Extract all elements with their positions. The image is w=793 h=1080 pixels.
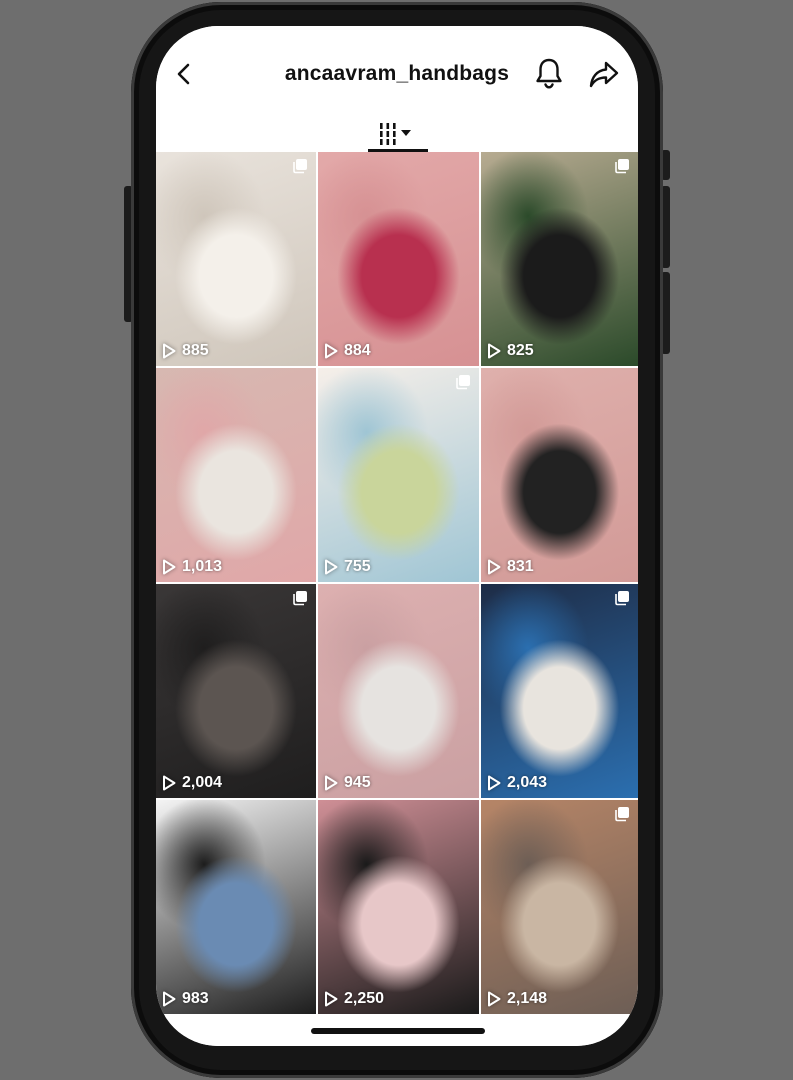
play-icon bbox=[488, 991, 501, 1007]
view-count: 825 bbox=[487, 342, 534, 360]
multiple-posts-icon bbox=[615, 591, 629, 606]
app-screen: ancaavram_handbags 885 884 825 1,013 755… bbox=[156, 26, 638, 1046]
view-count: 755 bbox=[324, 558, 371, 576]
reel-thumbnail[interactable]: 2,250 bbox=[318, 800, 479, 1014]
reel-thumbnail[interactable]: 885 bbox=[156, 152, 316, 366]
play-icon bbox=[325, 343, 338, 359]
thumbnail-image bbox=[156, 800, 316, 1014]
view-count: 831 bbox=[487, 558, 534, 576]
play-icon bbox=[325, 775, 338, 791]
share-icon bbox=[589, 61, 619, 88]
view-count: 2,148 bbox=[487, 990, 547, 1008]
view-count: 1,013 bbox=[162, 558, 222, 576]
reels-grid-icon bbox=[380, 123, 411, 145]
multiple-posts-icon bbox=[293, 591, 307, 606]
reel-thumbnail[interactable]: 2,004 bbox=[156, 584, 316, 798]
play-icon bbox=[163, 343, 176, 359]
thumbnail-image bbox=[318, 368, 479, 582]
reel-thumbnail[interactable]: 884 bbox=[318, 152, 479, 366]
play-icon bbox=[163, 559, 176, 575]
view-count-label: 945 bbox=[344, 774, 371, 791]
tab-reels[interactable] bbox=[368, 122, 428, 148]
play-icon bbox=[163, 991, 176, 1007]
play-icon bbox=[488, 559, 501, 575]
thumbnail-image bbox=[481, 152, 638, 366]
multiple-posts-icon bbox=[293, 159, 307, 174]
notifications-button[interactable] bbox=[534, 57, 564, 89]
multiple-posts-icon bbox=[456, 375, 470, 390]
view-count-label: 825 bbox=[507, 342, 534, 359]
play-icon bbox=[325, 991, 338, 1007]
view-count-label: 2,148 bbox=[507, 990, 548, 1007]
profile-username: ancaavram_handbags bbox=[284, 62, 510, 85]
thumbnail-image bbox=[318, 152, 479, 366]
reel-thumbnail[interactable]: 945 bbox=[318, 584, 479, 798]
view-count-label: 2,250 bbox=[344, 990, 385, 1007]
view-count-label: 884 bbox=[344, 342, 371, 359]
play-icon bbox=[325, 559, 338, 575]
multiple-posts-icon bbox=[615, 159, 629, 174]
thumbnail-image bbox=[156, 584, 316, 798]
view-count: 2,250 bbox=[324, 990, 384, 1008]
reel-thumbnail[interactable]: 983 bbox=[156, 800, 316, 1014]
share-button[interactable] bbox=[588, 59, 620, 89]
bell-icon bbox=[536, 58, 562, 89]
play-icon bbox=[488, 775, 501, 791]
view-count-label: 755 bbox=[344, 558, 371, 575]
view-count: 885 bbox=[162, 342, 209, 360]
view-count-label: 1,013 bbox=[182, 558, 223, 575]
reel-thumbnail[interactable]: 755 bbox=[318, 368, 479, 582]
thumbnail-image bbox=[481, 800, 638, 1014]
view-count-label: 983 bbox=[182, 990, 209, 1007]
thumbnail-image bbox=[318, 800, 479, 1014]
view-count-label: 885 bbox=[182, 342, 209, 359]
view-count: 2,004 bbox=[162, 774, 222, 792]
view-count: 884 bbox=[324, 342, 371, 360]
view-count: 945 bbox=[324, 774, 371, 792]
reel-thumbnail[interactable]: 1,013 bbox=[156, 368, 316, 582]
view-count-label: 831 bbox=[507, 558, 534, 575]
profile-header: ancaavram_handbags bbox=[156, 26, 638, 122]
thumbnail-image bbox=[156, 368, 316, 582]
view-count: 2,043 bbox=[487, 774, 547, 792]
reels-grid: 885 884 825 1,013 755 831 2,004 945 2,043 983 2,25… bbox=[156, 152, 638, 1014]
content-tabs bbox=[156, 122, 638, 152]
thumbnail-image bbox=[481, 368, 638, 582]
multiple-posts-icon bbox=[615, 807, 629, 822]
reel-thumbnail[interactable]: 2,148 bbox=[481, 800, 638, 1014]
thumbnail-image bbox=[318, 584, 479, 798]
reel-thumbnail[interactable]: 2,043 bbox=[481, 584, 638, 798]
play-icon bbox=[488, 343, 501, 359]
play-icon bbox=[163, 775, 176, 791]
reel-thumbnail[interactable]: 825 bbox=[481, 152, 638, 366]
home-indicator[interactable] bbox=[311, 1028, 485, 1034]
thumbnail-image bbox=[481, 584, 638, 798]
view-count: 983 bbox=[162, 990, 209, 1008]
thumbnail-image bbox=[156, 152, 316, 366]
view-count-label: 2,043 bbox=[507, 774, 548, 791]
reel-thumbnail[interactable]: 831 bbox=[481, 368, 638, 582]
view-count-label: 2,004 bbox=[182, 774, 223, 791]
